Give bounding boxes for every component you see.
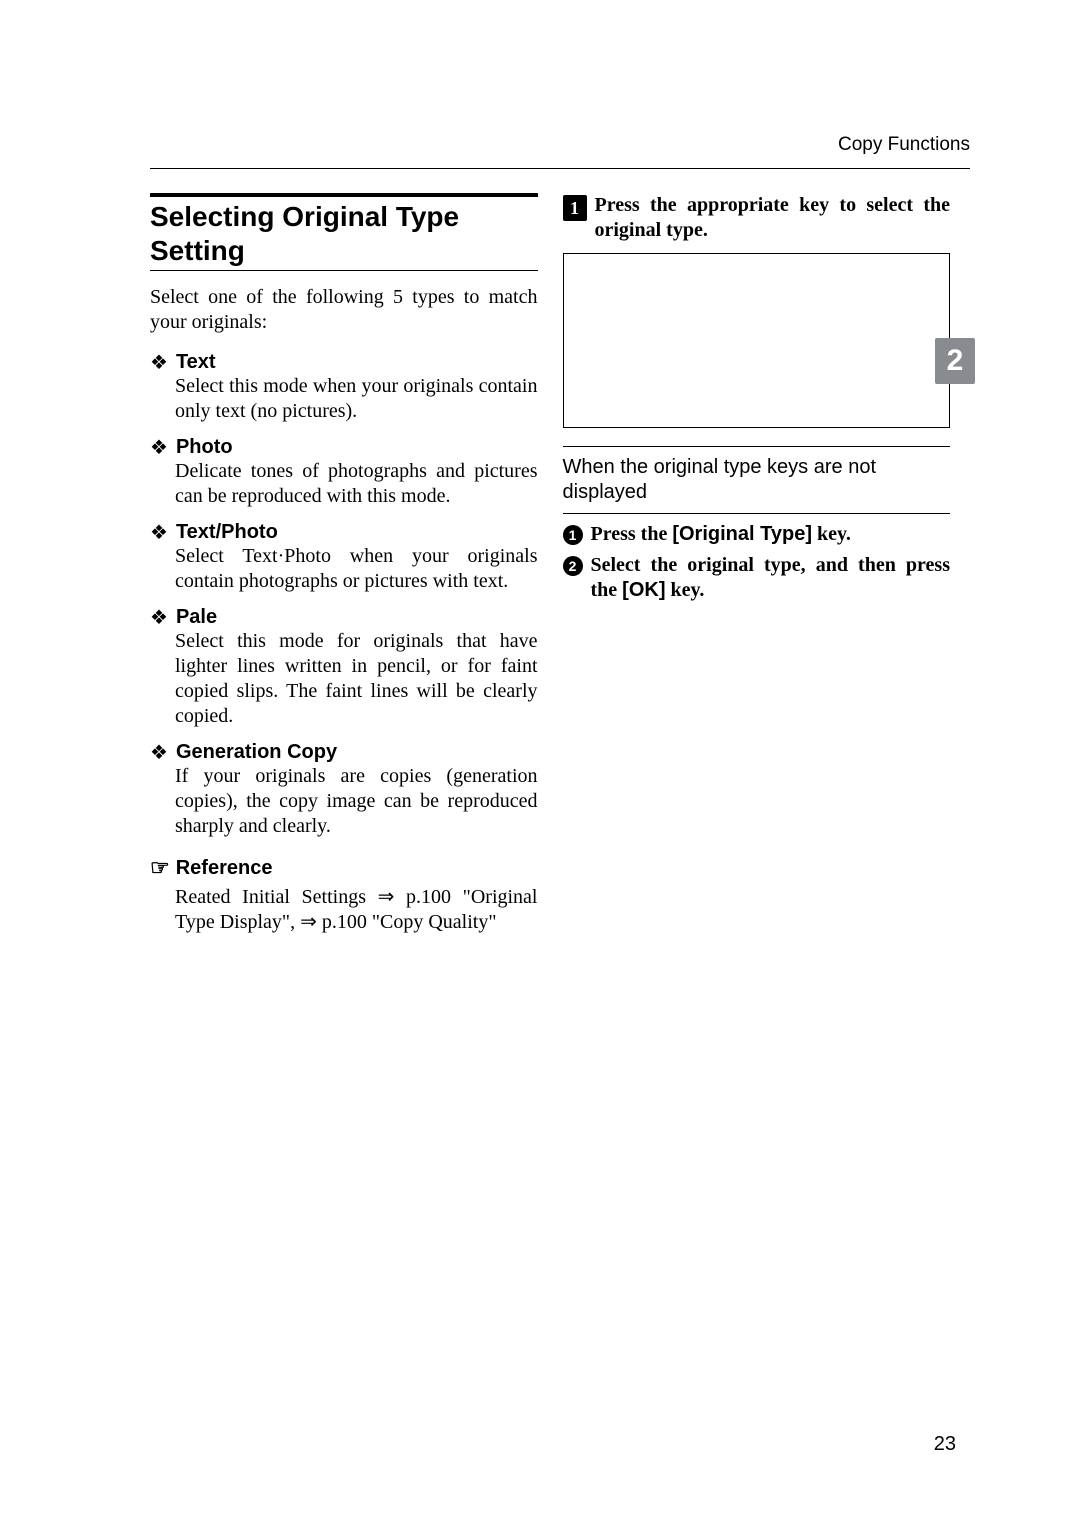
diamond-icon: ❖: [150, 523, 168, 543]
key-label: [Original Type]: [672, 523, 812, 545]
item-head: ❖ Pale: [150, 606, 538, 629]
subsection-rule-bottom: [563, 513, 951, 514]
reference-title: Reference: [176, 857, 273, 880]
step-number-icon: 1: [563, 195, 587, 221]
substep-1: 1 Press the [Original Type] key.: [563, 522, 951, 547]
diamond-icon: ❖: [150, 438, 168, 458]
item-body: Select this mode when your originals con…: [175, 374, 538, 424]
circle-number-icon: 1: [563, 525, 583, 545]
substep-text: Press the [Original Type] key.: [591, 522, 951, 547]
subsection-title: When the original type keys are not disp…: [563, 455, 951, 505]
item-title: Text: [176, 351, 216, 374]
item-body: Select Text·Photo when your originals co…: [175, 544, 538, 594]
page-header: Copy Functions: [150, 134, 970, 169]
circle-number-icon: 2: [563, 556, 583, 576]
title-rule-thick: [150, 193, 538, 197]
item-title: Text/Photo: [176, 521, 278, 544]
reference-icon: ☞: [150, 855, 170, 881]
substep-text: Select the original type, and then press…: [591, 553, 951, 603]
title-rule-thin: [150, 270, 538, 271]
item-text: ❖ Text Select this mode when your origin…: [150, 351, 538, 424]
right-column: 1 Press the appropriate key to select th…: [563, 193, 951, 935]
substep-prefix: Press the: [591, 523, 673, 545]
document-page: Copy Functions Selecting Original Type S…: [0, 0, 1080, 1528]
item-title: Photo: [176, 436, 233, 459]
step-text: Press the appropriate key to select the …: [595, 193, 951, 243]
content-area: Selecting Original Type Setting Select o…: [150, 193, 950, 935]
item-head: ❖ Generation Copy: [150, 741, 538, 764]
key-label: [OK]: [622, 579, 665, 601]
item-head: ❖ Text/Photo: [150, 521, 538, 544]
step-1: 1 Press the appropriate key to select th…: [563, 193, 951, 243]
item-photo: ❖ Photo Delicate tones of photographs an…: [150, 436, 538, 509]
section-title: Selecting Original Type Setting: [150, 200, 538, 267]
diamond-icon: ❖: [150, 743, 168, 763]
left-column: Selecting Original Type Setting Select o…: [150, 193, 538, 935]
diamond-icon: ❖: [150, 353, 168, 373]
subsection-rule-top: [563, 446, 951, 447]
item-title: Pale: [176, 606, 217, 629]
item-body: If your originals are copies (generation…: [175, 764, 538, 839]
diamond-icon: ❖: [150, 608, 168, 628]
item-body: Delicate tones of photographs and pictur…: [175, 459, 538, 509]
substep-suffix: key.: [812, 523, 851, 545]
reference-head: ☞ Reference: [150, 855, 538, 881]
chapter-tab: 2: [935, 338, 975, 384]
item-head: ❖ Photo: [150, 436, 538, 459]
item-body: Select this mode for originals that have…: [175, 629, 538, 729]
substep-suffix: key.: [666, 579, 705, 601]
page-number: 23: [934, 1433, 956, 1456]
header-rule: [150, 168, 970, 169]
item-generation-copy: ❖ Generation Copy If your originals are …: [150, 741, 538, 839]
item-head: ❖ Text: [150, 351, 538, 374]
item-pale: ❖ Pale Select this mode for originals th…: [150, 606, 538, 729]
intro-paragraph: Select one of the following 5 types to m…: [150, 285, 538, 335]
substep-2: 2 Select the original type, and then pre…: [563, 553, 951, 603]
item-title: Generation Copy: [176, 741, 337, 764]
chapter-number: 2: [947, 344, 964, 378]
item-text-photo: ❖ Text/Photo Select Text·Photo when your…: [150, 521, 538, 594]
screenshot-placeholder: [563, 253, 951, 428]
section-name: Copy Functions: [150, 134, 970, 156]
reference-body: Reated Initial Settings ⇒ p.100 "Origina…: [175, 885, 538, 935]
